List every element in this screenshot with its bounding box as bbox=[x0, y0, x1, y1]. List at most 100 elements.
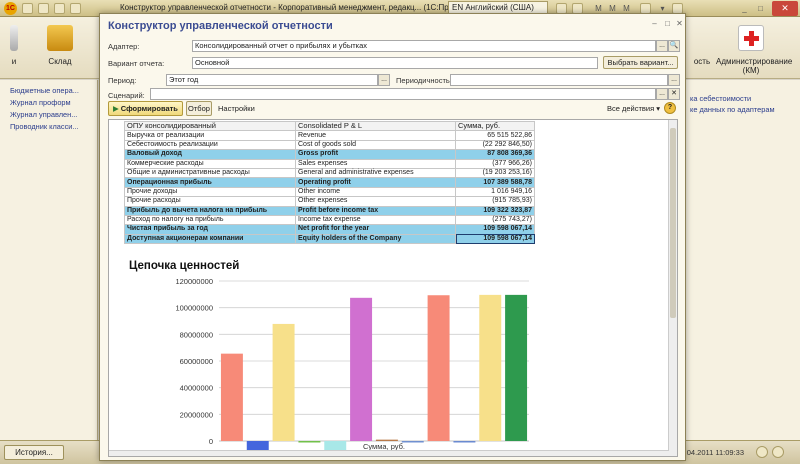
period-field[interactable]: Этот год bbox=[166, 74, 378, 86]
table-cell[interactable]: Общие и административные расходы bbox=[124, 167, 296, 179]
close-button[interactable]: ✕ bbox=[772, 1, 798, 16]
action-item[interactable]: ка себестоимости bbox=[686, 92, 800, 103]
table-cell[interactable]: Себестоимость реализации bbox=[124, 139, 296, 151]
toolbar-item-left[interactable]: и bbox=[4, 25, 24, 66]
adapter-choose-button[interactable]: ... bbox=[656, 40, 668, 52]
toolbar-item-warehouse[interactable]: Склад bbox=[38, 25, 82, 66]
table-cell[interactable]: Операционная прибыль bbox=[124, 177, 296, 188]
calendar-tray-icon[interactable] bbox=[756, 446, 768, 458]
table-cell[interactable]: (19 203 253,16) bbox=[455, 167, 535, 179]
table-cell[interactable]: Other income bbox=[295, 186, 456, 198]
chart-bar bbox=[350, 297, 373, 441]
back-icon[interactable] bbox=[22, 3, 33, 14]
table-cell[interactable]: Net profit for the year bbox=[295, 224, 456, 235]
toolbar-item-right-fragment[interactable]: ость bbox=[690, 25, 714, 66]
report-sheet[interactable]: ОПУ консолидированный Consolidated P & L… bbox=[108, 119, 678, 457]
table-cell[interactable]: Чистая прибыль за год bbox=[124, 224, 296, 235]
all-actions-menu[interactable]: Все действия ▾ bbox=[607, 104, 660, 113]
table-row[interactable]: Расход по налогу на прибыль Income tax ex… bbox=[124, 214, 535, 226]
vertical-scrollbar[interactable] bbox=[668, 120, 677, 456]
filter-button[interactable]: Отбор bbox=[186, 101, 212, 116]
command-bar: ▶ Сформировать Отбор Настройки Все действ… bbox=[108, 101, 678, 117]
nav-item[interactable]: Проводник класси... bbox=[0, 120, 97, 132]
scenario-clear-button[interactable]: ✕ bbox=[668, 88, 680, 100]
toolbar-item-left-label: и bbox=[11, 57, 17, 66]
table-cell[interactable]: 109 598 067,14 bbox=[455, 224, 535, 235]
table-cell[interactable]: 107 389 588,78 bbox=[455, 177, 535, 188]
table-cell[interactable]: 1 016 949,16 bbox=[455, 186, 535, 198]
table-row[interactable]: Общие и административные расходы General … bbox=[124, 167, 535, 179]
settings-button[interactable]: Настройки bbox=[218, 104, 255, 113]
table-cell[interactable]: Прибыль до вычета налога на прибыль bbox=[124, 205, 296, 216]
history-icon[interactable] bbox=[54, 3, 65, 14]
nav-item[interactable]: Бюджетные опера... bbox=[0, 84, 97, 96]
favorites-icon[interactable] bbox=[70, 3, 81, 14]
arrow-icon bbox=[10, 25, 18, 51]
table-cell[interactable]: Sales expenses bbox=[295, 158, 456, 169]
table-row[interactable]: Валовый доход Gross profit 87 808 369,36 bbox=[124, 149, 535, 160]
table-row[interactable]: Доступная акционерам компании Equity hold… bbox=[124, 233, 535, 245]
table-row[interactable]: Выручка от реализации Revenue 65 515 522,8… bbox=[124, 130, 535, 141]
table-cell[interactable]: (915 785,93) bbox=[455, 196, 535, 207]
variant-label: Вариант отчета: bbox=[108, 59, 165, 68]
table-cell[interactable]: Other expenses bbox=[295, 196, 456, 207]
y-tick-label: 0 bbox=[209, 437, 213, 446]
help-icon[interactable]: ? bbox=[664, 102, 676, 114]
table-cell[interactable]: Расход по налогу на прибыль bbox=[124, 214, 296, 226]
scrollbar-thumb[interactable] bbox=[670, 128, 676, 318]
horizontal-scrollbar[interactable] bbox=[109, 450, 669, 456]
table-cell[interactable]: (22 292 846,50) bbox=[455, 139, 535, 151]
table-cell[interactable]: Profit before income tax bbox=[295, 205, 456, 216]
window-maximize-button[interactable]: □ bbox=[662, 18, 673, 29]
info-tray-icon[interactable] bbox=[772, 446, 784, 458]
toolbar-item-administration[interactable]: Администрирование (КМ) bbox=[716, 25, 792, 75]
table-cell[interactable]: (377 966,26) bbox=[455, 158, 535, 169]
choose-variant-button[interactable]: Выбрать вариант... bbox=[603, 56, 678, 69]
table-cell[interactable]: 109 598 067,14 bbox=[455, 233, 535, 245]
table-cell[interactable]: Прочие доходы bbox=[124, 186, 296, 198]
table-row[interactable]: Операционная прибыль Operating profit 107 … bbox=[124, 177, 535, 188]
table-row[interactable]: Прибыль до вычета налога на прибыль Profi… bbox=[124, 205, 535, 216]
scenario-field[interactable] bbox=[150, 88, 656, 100]
table-cell[interactable]: Прочие расходы bbox=[124, 196, 296, 207]
window-minimize-button[interactable]: – bbox=[649, 18, 660, 29]
table-cell[interactable]: Revenue bbox=[295, 130, 456, 141]
period-choose-button[interactable]: ... bbox=[378, 74, 390, 86]
app-logo-icon[interactable]: 1С bbox=[4, 2, 17, 15]
maximize-button[interactable]: □ bbox=[754, 2, 767, 15]
table-cell[interactable]: Equity holders of the Company bbox=[295, 233, 456, 245]
table-row[interactable]: Коммерческие расходы Sales expenses (377 9… bbox=[124, 158, 535, 169]
periodicity-field[interactable] bbox=[450, 74, 668, 86]
minimize-button[interactable]: _ bbox=[738, 2, 751, 15]
adapter-field[interactable]: Консолидированный отчет о прибылях и убы… bbox=[192, 40, 656, 52]
nav-item[interactable]: Журнал проформ bbox=[0, 96, 97, 108]
periodicity-choose-button[interactable]: ... bbox=[668, 74, 680, 86]
history-button[interactable]: История... bbox=[4, 445, 64, 460]
table-cell[interactable]: Коммерческие расходы bbox=[124, 158, 296, 169]
generate-report-button[interactable]: ▶ Сформировать bbox=[108, 101, 183, 116]
variant-field[interactable]: Основной bbox=[192, 57, 598, 69]
column-header: Сумма, руб. bbox=[455, 120, 535, 132]
table-cell[interactable]: Operating profit bbox=[295, 177, 456, 188]
table-cell[interactable]: Выручка от реализации bbox=[124, 130, 296, 141]
forward-icon[interactable] bbox=[38, 3, 49, 14]
table-cell[interactable]: Income tax expense bbox=[295, 214, 456, 226]
scenario-choose-button[interactable]: ... bbox=[656, 88, 668, 100]
table-cell[interactable]: General and administrative expenses bbox=[295, 167, 456, 179]
table-cell[interactable]: 109 322 323,87 bbox=[455, 205, 535, 216]
nav-item[interactable]: Журнал управлен... bbox=[0, 108, 97, 120]
table-cell[interactable]: Доступная акционерам компании bbox=[124, 233, 296, 245]
table-row[interactable]: Себестоимость реализации Cost of goods so… bbox=[124, 139, 535, 151]
adapter-search-icon[interactable]: 🔍 bbox=[668, 40, 680, 52]
table-row[interactable]: Чистая прибыль за год Net profit for the … bbox=[124, 224, 535, 235]
window-close-button[interactable]: ✕ bbox=[674, 18, 685, 29]
table-row[interactable]: Прочие доходы Other income 1 016 949,16 bbox=[124, 186, 535, 198]
table-cell[interactable]: 65 515 522,86 bbox=[455, 130, 535, 141]
table-cell[interactable]: Валовый доход bbox=[124, 149, 296, 160]
table-cell[interactable]: Gross profit bbox=[295, 149, 456, 160]
table-cell[interactable]: (275 743,27) bbox=[455, 214, 535, 226]
action-item[interactable]: ке данных по адаптерам bbox=[686, 103, 800, 114]
table-cell[interactable]: Cost of goods sold bbox=[295, 139, 456, 151]
table-cell[interactable]: 87 808 369,36 bbox=[455, 149, 535, 160]
table-row[interactable]: Прочие расходы Other expenses (915 785,93) bbox=[124, 196, 535, 207]
